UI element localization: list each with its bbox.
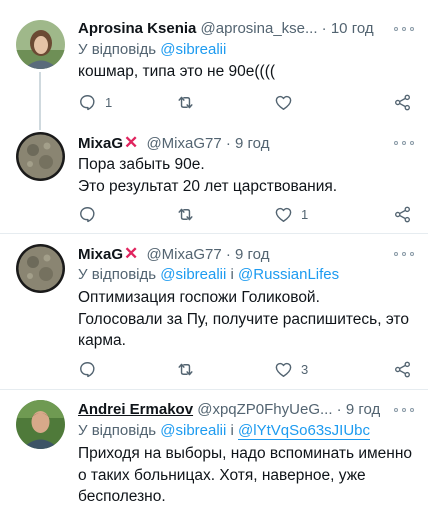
reply-button[interactable]: 1	[78, 92, 112, 112]
share-icon	[395, 206, 410, 222]
mention-link[interactable]: @sibrealii	[160, 266, 226, 283]
author-handle[interactable]: @MixaG77	[146, 246, 221, 263]
tweet-header: MixaG✕ @MixaG77 · 9 год	[78, 132, 394, 154]
share-icon	[395, 361, 410, 377]
tweet-2[interactable]: MixaG✕ @MixaG77 · 9 год Пора забыть 90е.…	[0, 124, 428, 234]
mention-link[interactable]: @lYtVqSo63sJIUbc	[238, 422, 370, 440]
like-icon	[275, 95, 292, 110]
reply-button[interactable]	[78, 204, 97, 224]
share-button[interactable]	[393, 204, 412, 224]
timestamp[interactable]: 9 год	[346, 401, 380, 418]
reply-join: і	[230, 266, 234, 283]
tweet-text-line: Пора забыть 90е.	[78, 156, 205, 173]
timestamp[interactable]: 9 год	[235, 135, 269, 152]
like-icon	[275, 207, 292, 222]
more-icon[interactable]	[394, 251, 414, 257]
author-name[interactable]: Andrei Ermakov	[78, 401, 193, 418]
reply-context: У відповідь @sibrealii	[78, 40, 226, 60]
tweet-header: Aprosina Ksenia @aprosina_kse... · 10 го…	[78, 18, 394, 40]
reply-context: У відповідь @sibrealii і @RussianLifes	[78, 265, 339, 285]
avatar-mixag[interactable]	[16, 132, 65, 181]
share-button[interactable]	[393, 359, 412, 379]
tweet-text: Приходя на выборы, надо вспоминать именн…	[78, 443, 414, 506]
reply-icon	[80, 361, 95, 377]
tweet-text-line: Это результат 20 лет царствования.	[78, 177, 338, 195]
mention-link[interactable]: @sibrealii	[160, 41, 226, 58]
tweet-4[interactable]: Andrei Ermakov @xpqZP0FhyUeG... · 9 год …	[0, 390, 428, 506]
tweet-text-line: карма.	[78, 332, 126, 349]
thread-line	[39, 124, 41, 130]
tweet-header: Andrei Ermakov @xpqZP0FhyUeG... · 9 год	[78, 399, 394, 421]
reply-icon	[80, 94, 95, 110]
reply-join: і	[230, 422, 234, 439]
tweet-text: кошмар, типа это не 90е((((	[78, 61, 414, 83]
tweet-text: Оптимизация госпожи Голиковой. Голосовал…	[78, 287, 414, 352]
timestamp[interactable]: 9 год	[235, 246, 269, 263]
mention-link[interactable]: @RussianLifes	[238, 266, 339, 283]
tweet-actions: 1	[78, 92, 414, 112]
tweet-text-line: Приходя на выборы, надо вспоминать именн…	[78, 445, 413, 462]
timestamp[interactable]: 10 год	[331, 20, 374, 37]
reply-prefix: У відповідь	[78, 266, 157, 283]
tweet-text-line: Голосовали за Пу, получите распишитесь, …	[78, 310, 409, 328]
tweet-text-line: о таких больницах. Хотя, наверное, уже	[78, 466, 366, 484]
more-icon[interactable]	[394, 140, 414, 146]
tweet-text-line: бесполезно.	[78, 488, 166, 505]
x-mark-icon: ✕	[124, 244, 139, 263]
tweet-1[interactable]: Aprosina Ksenia @aprosina_kse... · 10 го…	[0, 0, 428, 124]
tweet-text: Пора забыть 90е. Это результат 20 лет ца…	[78, 154, 414, 197]
retweet-icon	[178, 363, 193, 375]
retweet-button[interactable]	[176, 359, 195, 379]
author-handle[interactable]: @MixaG77	[146, 135, 221, 152]
reply-context: У відповідь @sibrealii і @lYtVqSo63sJIUb…	[78, 421, 370, 441]
reply-button[interactable]	[78, 359, 97, 379]
reply-count: 1	[105, 94, 113, 110]
like-button[interactable]	[274, 92, 293, 112]
separator-dot: ·	[336, 401, 342, 418]
reply-icon	[80, 206, 95, 222]
avatar-aprosina[interactable]	[16, 20, 65, 69]
like-icon	[275, 362, 292, 377]
tweet-header: MixaG✕ @MixaG77 · 9 год	[78, 243, 394, 265]
retweet-button[interactable]	[176, 204, 195, 224]
more-icon[interactable]	[394, 407, 414, 413]
author-name[interactable]: MixaG	[78, 135, 123, 152]
share-icon	[395, 94, 410, 110]
like-button[interactable]: 1	[274, 204, 308, 224]
mention-link[interactable]: @sibrealii	[160, 422, 226, 439]
separator-dot: ·	[225, 246, 231, 263]
like-count: 3	[301, 361, 309, 377]
retweet-icon	[178, 208, 193, 220]
separator-dot: ·	[225, 135, 231, 152]
author-handle[interactable]: @xpqZP0FhyUeG...	[197, 401, 332, 418]
separator-dot: ·	[321, 20, 327, 37]
retweet-button[interactable]	[176, 92, 195, 112]
tweet-text-line: Оптимизация госпожи Голиковой.	[78, 289, 320, 306]
tweet-actions: 1	[78, 204, 414, 224]
tweet-3[interactable]: MixaG✕ @MixaG77 · 9 год У відповідь @sib…	[0, 234, 428, 389]
more-icon[interactable]	[394, 26, 414, 32]
reply-prefix: У відповідь	[78, 41, 157, 58]
reply-prefix: У відповідь	[78, 422, 157, 439]
like-button[interactable]: 3	[274, 359, 308, 379]
author-handle[interactable]: @aprosina_kse...	[201, 20, 318, 37]
author-name[interactable]: Aprosina Ksenia	[78, 20, 196, 37]
avatar-mixag[interactable]	[16, 244, 65, 293]
thread-line	[39, 72, 41, 124]
author-name[interactable]: MixaG	[78, 246, 123, 263]
retweet-icon	[178, 96, 193, 108]
share-button[interactable]	[393, 92, 412, 112]
tweet-text-line: кошмар, типа это не 90е((((	[78, 63, 276, 80]
avatar-andrei[interactable]	[16, 400, 65, 449]
tweet-actions: 3	[78, 359, 414, 379]
like-count: 1	[301, 206, 309, 222]
x-mark-icon: ✕	[124, 133, 139, 152]
